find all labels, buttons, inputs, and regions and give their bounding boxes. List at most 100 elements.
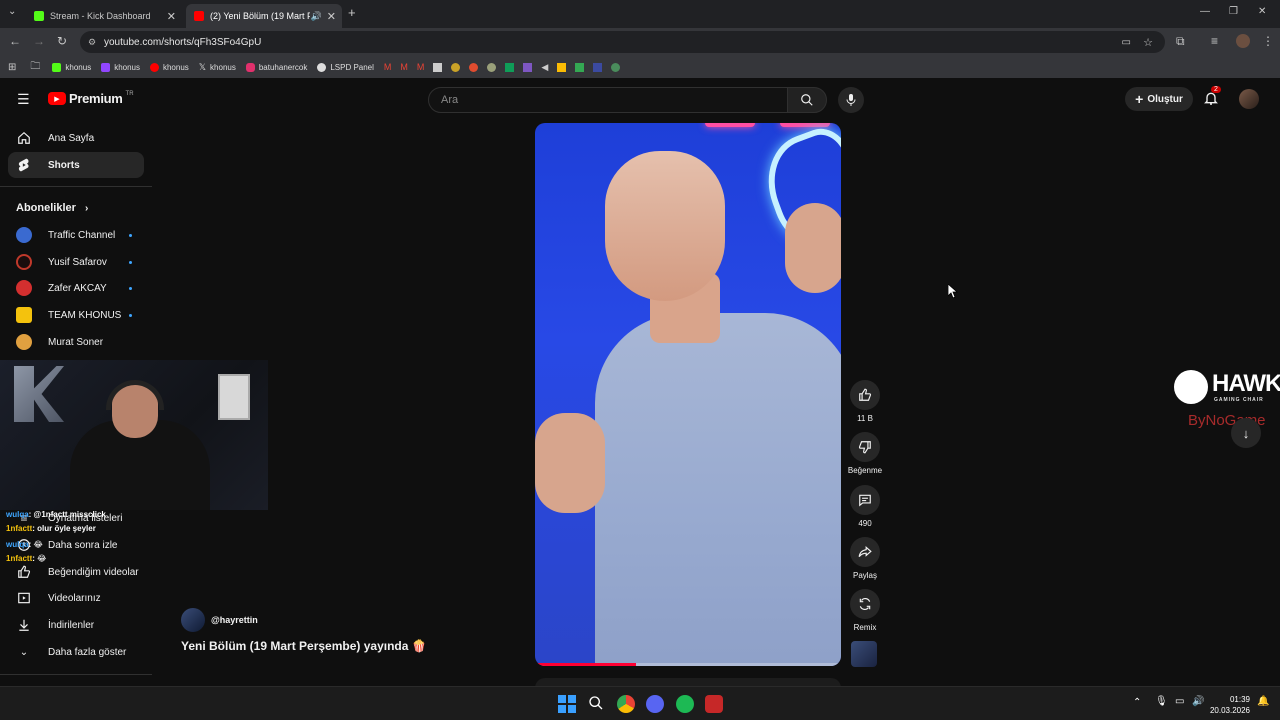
tab-youtube-short[interactable]: (2) Yeni Bölüm (19 Mart Pe… 🔊 ✕ bbox=[186, 4, 342, 28]
sidebar-item-downloads[interactable]: İndirilenler bbox=[8, 612, 144, 638]
taskbar-clock[interactable]: 01:39 20.03.2026 bbox=[1210, 694, 1250, 716]
folder-icon[interactable]: 🗀 bbox=[30, 59, 40, 76]
video-progress-fill bbox=[535, 663, 636, 666]
spotify-icon[interactable] bbox=[676, 695, 694, 713]
extension-icon[interactable] bbox=[611, 62, 621, 72]
sidebar-item-shorts[interactable]: Shorts bbox=[8, 152, 144, 178]
extension-icon[interactable]: ◀ bbox=[541, 62, 548, 73]
audio-playing-icon[interactable]: 🔊 bbox=[311, 11, 322, 22]
account-avatar[interactable] bbox=[1239, 89, 1259, 109]
gmail-icon[interactable]: M bbox=[400, 62, 408, 72]
presenter-hand bbox=[535, 413, 605, 513]
bookmark-item[interactable]: khonus bbox=[101, 62, 140, 72]
notifications-button[interactable]: 2 bbox=[1203, 86, 1221, 108]
chevron-right-icon: › bbox=[84, 203, 89, 214]
forms-icon[interactable] bbox=[523, 62, 533, 72]
dislike-button[interactable]: Beğenme bbox=[845, 432, 885, 475]
sidebar-subscription[interactable]: Zafer AKCAY bbox=[8, 275, 144, 301]
docs-icon[interactable] bbox=[433, 62, 443, 72]
extension-icon[interactable] bbox=[469, 62, 479, 72]
voice-search-button[interactable] bbox=[838, 87, 864, 113]
youtube-logo[interactable]: ▶ Premium TR bbox=[48, 91, 134, 106]
hamburger-menu-icon[interactable]: ☰ bbox=[17, 91, 30, 108]
tab-title: Stream - Kick Dashboard bbox=[50, 11, 151, 21]
extension-icon[interactable] bbox=[487, 62, 497, 72]
comments-button[interactable]: 490 bbox=[848, 485, 882, 528]
sidebar-subscription[interactable]: Murat Soner bbox=[8, 329, 144, 355]
apps-grid-icon[interactable]: ⊞ bbox=[8, 62, 16, 73]
site-info-icon[interactable]: ⚙ bbox=[88, 37, 96, 48]
create-button[interactable]: + Oluştur bbox=[1125, 87, 1193, 111]
short-video-player[interactable] bbox=[535, 123, 841, 666]
extension-icon[interactable] bbox=[557, 62, 567, 72]
sidebar-subscription[interactable]: TEAM KHONUS bbox=[8, 302, 144, 328]
sidebar-item-your-videos[interactable]: Videolarınız bbox=[8, 585, 144, 611]
video-progress-track[interactable] bbox=[535, 663, 841, 666]
channel-avatar bbox=[16, 307, 32, 323]
gmail-icon[interactable]: M bbox=[417, 62, 425, 72]
sponsor-subtitle: GAMING CHAIR bbox=[1214, 397, 1264, 403]
tray-network-icon[interactable]: ▭ bbox=[1175, 696, 1184, 707]
short-title[interactable]: Yeni Bölüm (19 Mart Perşembe) yayında 🍿 bbox=[181, 639, 427, 653]
next-short-button[interactable]: ↓ bbox=[1231, 418, 1261, 448]
kick-favicon-icon bbox=[34, 11, 44, 21]
reload-icon[interactable]: ↻ bbox=[57, 34, 67, 48]
minimize-window-icon[interactable]: — bbox=[1200, 6, 1210, 17]
bookmark-item[interactable]: khonus bbox=[149, 62, 189, 72]
extension-icon[interactable] bbox=[593, 62, 603, 72]
audio-track-thumbnail[interactable] bbox=[851, 641, 877, 667]
like-button[interactable]: 11 B bbox=[848, 380, 882, 423]
sidebar-subscription[interactable]: Traffic Channel bbox=[8, 222, 144, 248]
remix-button[interactable]: Remix bbox=[848, 589, 882, 632]
channel-avatar bbox=[16, 227, 32, 243]
share-button[interactable]: Paylaş bbox=[848, 537, 882, 580]
tab-search-icon[interactable]: ⌄ bbox=[8, 6, 16, 17]
gmail-icon[interactable]: M bbox=[384, 62, 392, 72]
neon-decoration bbox=[780, 123, 830, 127]
taskbar-search-icon[interactable] bbox=[588, 695, 606, 713]
url-input[interactable]: ⚙ youtube.com/shorts/qFh3SFo4GpU ▭ ☆ bbox=[80, 31, 1165, 53]
bookmark-item[interactable]: batuhanercok bbox=[245, 62, 307, 72]
tray-chevron-icon[interactable]: ⌃ bbox=[1133, 697, 1141, 708]
restore-window-icon[interactable]: ❐ bbox=[1229, 6, 1238, 17]
media-controls-icon[interactable]: ≡ bbox=[1211, 34, 1218, 48]
sidebar-subscription[interactable]: Yusif Safarov bbox=[8, 249, 144, 275]
chrome-icon[interactable] bbox=[617, 695, 635, 713]
chrome-menu-icon[interactable]: ⋮ bbox=[1262, 34, 1274, 48]
app-icon[interactable] bbox=[705, 695, 723, 713]
drive-icon[interactable] bbox=[575, 62, 585, 72]
cast-icon[interactable]: ▭ bbox=[1122, 37, 1131, 48]
subscriptions-header[interactable]: Abonelikler › bbox=[16, 202, 88, 214]
bookmark-item[interactable]: 𝕏khonus bbox=[199, 62, 236, 73]
back-icon[interactable]: ← bbox=[9, 34, 21, 48]
new-tab-icon[interactable]: + bbox=[348, 5, 356, 20]
sidebar-item-label: Yusif Safarov bbox=[48, 256, 107, 268]
extension-icon[interactable] bbox=[451, 62, 461, 72]
bookmark-star-icon[interactable]: ☆ bbox=[1143, 36, 1153, 49]
sidebar-item-show-more[interactable]: ⌄ Daha fazla göster bbox=[8, 639, 144, 665]
close-tab-icon[interactable]: ✕ bbox=[167, 10, 176, 23]
extensions-icon[interactable]: ⧉ bbox=[1176, 34, 1185, 49]
notification-center-icon[interactable]: 🔔 bbox=[1257, 696, 1269, 707]
close-window-icon[interactable]: ✕ bbox=[1258, 6, 1266, 17]
close-tab-icon[interactable]: ✕ bbox=[327, 10, 336, 23]
sidebar-item-label: Ana Sayfa bbox=[48, 132, 95, 144]
forward-icon[interactable]: → bbox=[33, 34, 45, 48]
profile-avatar[interactable] bbox=[1236, 34, 1250, 48]
windows-start-icon[interactable] bbox=[558, 695, 576, 713]
sidebar-item-home[interactable]: Ana Sayfa bbox=[8, 125, 144, 151]
clock-time: 01:39 bbox=[1229, 695, 1250, 704]
sidebar-item-label: TEAM KHONUS bbox=[48, 309, 122, 321]
short-channel-info[interactable]: @hayrettin bbox=[181, 608, 258, 632]
twitch-icon bbox=[101, 62, 111, 72]
tray-mic-icon[interactable]: 🎙 bbox=[1155, 696, 1168, 707]
bookmark-item[interactable]: LSPD Panel bbox=[317, 62, 374, 72]
chat-user: wulqa bbox=[6, 510, 29, 519]
sheets-icon[interactable] bbox=[505, 62, 515, 72]
bookmark-item[interactable]: khonus bbox=[52, 62, 91, 72]
discord-icon[interactable] bbox=[646, 695, 664, 713]
search-input[interactable]: Ara bbox=[428, 87, 788, 113]
tab-kick-dashboard[interactable]: Stream - Kick Dashboard ✕ bbox=[26, 4, 182, 28]
search-button[interactable] bbox=[787, 87, 827, 113]
tray-volume-icon[interactable]: 🔊 bbox=[1192, 696, 1204, 707]
